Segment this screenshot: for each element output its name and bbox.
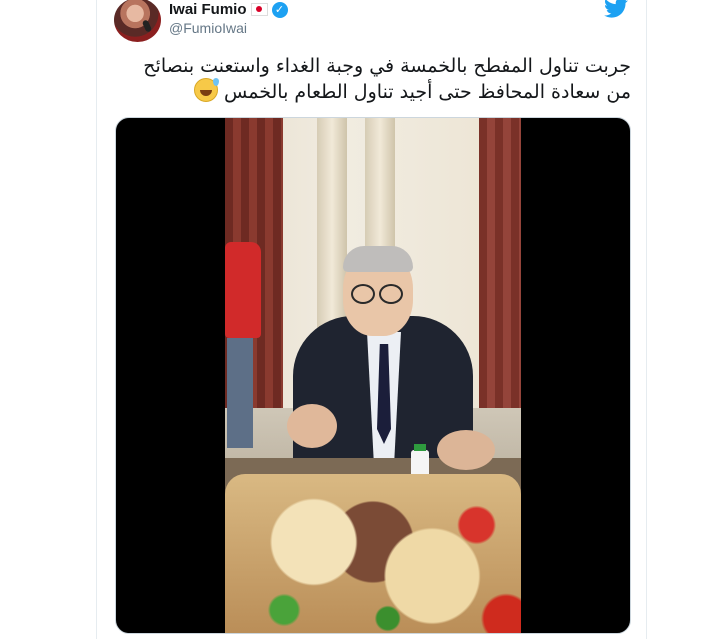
video-frame [225, 118, 521, 633]
author-name-row[interactable]: Iwai Fumio ✓ [169, 1, 288, 18]
author-handle[interactable]: @FumioIwai [169, 20, 247, 36]
video-media[interactable] [115, 117, 631, 634]
right-hand [437, 430, 495, 470]
tweet-text-line-2: من سعادة المحافظ حتى أجيد تناول الطعام ب… [224, 81, 631, 103]
verified-badge-icon: ✓ [271, 1, 288, 18]
tweet-text: جربت تناول المفطح بالخمسة في وجبة الغداء… [117, 54, 631, 104]
curtain-right [479, 118, 521, 448]
author-name[interactable]: Iwai Fumio [169, 1, 247, 18]
glasses [351, 284, 407, 304]
tweet-text-line-2-row: من سعادة المحافظ حتى أجيد تناول الطعام ب… [117, 78, 631, 104]
background-person [225, 242, 261, 338]
avatar[interactable] [114, 0, 161, 42]
tweet-card: Iwai Fumio ✓ @FumioIwai جربت تناول المفط… [96, 0, 647, 639]
left-hand [287, 404, 337, 448]
twitter-bird-icon[interactable] [603, 0, 629, 18]
microphone-icon [141, 19, 153, 33]
tweet-text-line-1: جربت تناول المفطح بالخمسة في وجبة الغداء… [143, 55, 631, 77]
grinning-sweat-emoji-icon [193, 78, 219, 102]
man-hair [343, 246, 413, 272]
japan-flag-icon [250, 3, 268, 16]
background-person-legs [227, 338, 253, 448]
food-platter [225, 474, 521, 633]
